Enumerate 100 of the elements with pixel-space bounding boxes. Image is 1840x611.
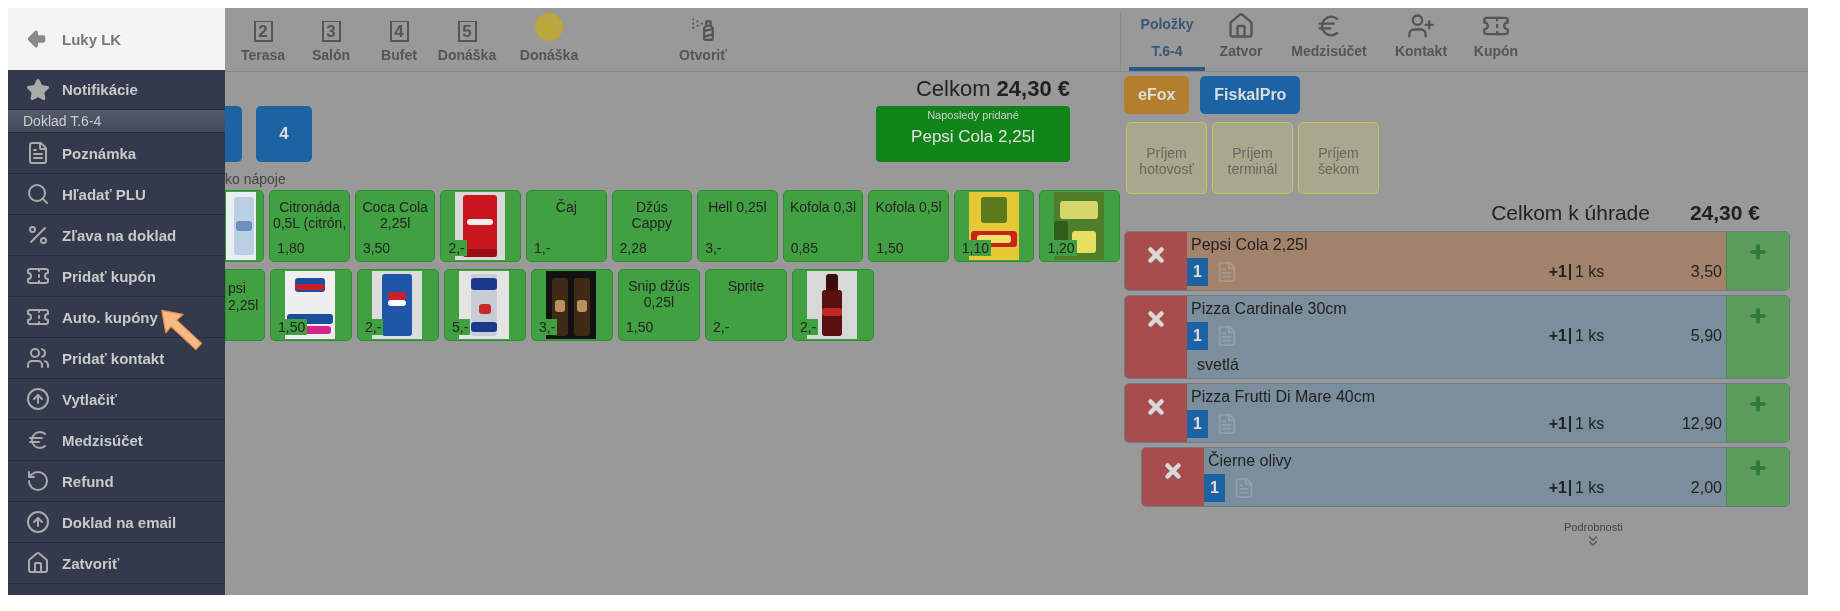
order-total: Celkom 24,30 € [915, 76, 1070, 102]
user-name: Luky LK [62, 30, 122, 48]
increment-button[interactable]: +1 [1548, 328, 1571, 344]
item-count: 1 ks [1574, 479, 1606, 497]
payment-button[interactable]: Príjem hotovosť [1126, 122, 1207, 194]
table-button[interactable]: 2 Terasa [229, 21, 297, 63]
table-button[interactable]: 3 Salón [297, 21, 365, 63]
menu-item[interactable]: Hľadať PLU [8, 174, 225, 215]
product-tile[interactable]: Džús Cappy 2,28 [611, 190, 693, 262]
product-tile[interactable]: Snip džús 0,25l 1,50 [618, 269, 700, 341]
panel-caption: Naposledy pridané [927, 109, 1019, 121]
due-label: Celkom k úhrade [1491, 201, 1650, 225]
product-tile[interactable] [225, 190, 265, 262]
price-label: 5,- [452, 319, 471, 335]
item-count: 1 ks [1574, 415, 1606, 433]
product-tile[interactable]: Kofola 0,5l 1,50 [868, 190, 949, 262]
close-icon [1145, 244, 1167, 266]
print-icon [26, 387, 50, 411]
toolbar-tab[interactable]: Medzisúčet [1277, 12, 1381, 71]
item-price: 3,50 [1689, 263, 1723, 281]
product-tile[interactable]: 3,- [531, 269, 613, 341]
product-tile[interactable]: 2,- [792, 269, 874, 341]
increment-button[interactable]: +1 [1548, 416, 1571, 432]
plus-circle-icon [534, 12, 564, 42]
add-button[interactable] [1726, 232, 1789, 290]
product-tile[interactable]: Coca Cola 2,25l 3,50 [354, 190, 436, 262]
open-button[interactable]: Otvoriť [663, 16, 743, 63]
star-icon [26, 77, 50, 102]
item-count: 1 ks [1574, 263, 1606, 281]
increment-button[interactable]: +1 [1548, 480, 1571, 496]
menu-item[interactable]: Doklad na email [8, 502, 225, 543]
section-button[interactable]: 4 [256, 106, 312, 162]
add-button[interactable] [1726, 384, 1789, 442]
house-icon [26, 551, 50, 575]
product-tile[interactable]: Hell 0,25l 3,- [697, 190, 778, 262]
item-name: Pizza Cardinale 30cm [1190, 300, 1348, 318]
quantity-badge: 1 [1187, 258, 1208, 286]
close-icon [1145, 396, 1167, 418]
toolbar-tab[interactable]: Zatvor [1205, 12, 1277, 71]
table-button[interactable]: 5 Donáška [433, 21, 501, 63]
table-button[interactable]: 4 Bufet [365, 21, 433, 63]
product-tile[interactable]: psi 2,25l [225, 269, 265, 341]
plus-icon [1748, 242, 1768, 262]
order-item[interactable]: Pizza Cardinale 30cm 1 +1 1 ks 5,90 svetlá [1187, 296, 1726, 378]
product-tile[interactable]: 1,10 [953, 190, 1035, 262]
search-icon [26, 182, 50, 206]
increment-button[interactable]: +1 [1548, 264, 1571, 280]
item-price: 12,90 [1680, 415, 1723, 433]
order-item[interactable]: Čierne olivy 1 +1 1 ks 2,00 [1204, 448, 1726, 506]
quantity-badge: 1 [1187, 410, 1208, 438]
price-label: 1,20 [1047, 240, 1077, 256]
product-tile[interactable]: 2,- [357, 269, 439, 341]
delete-button[interactable] [1142, 448, 1204, 506]
spray-bottle-icon [690, 16, 716, 42]
delete-button[interactable] [1125, 384, 1187, 442]
product-tile[interactable]: Čaj 1,- [526, 190, 607, 262]
menu-item[interactable]: Poznámka [8, 133, 225, 174]
section-header: Doklad T.6-4 [8, 110, 225, 133]
menu-item[interactable]: Zatvoriť [8, 543, 225, 584]
product-tile[interactable]: Kofola 0,3l 0,85 [782, 190, 864, 262]
details-toggle[interactable]: Podrobnosti [1564, 521, 1623, 549]
user-plus-icon [1407, 12, 1435, 40]
house-icon [1227, 12, 1255, 40]
plus-icon [1748, 306, 1768, 326]
percent-icon [26, 223, 50, 247]
product-tile[interactable]: 1,50 [270, 269, 352, 341]
menu-item[interactable]: Pridať kupón [8, 256, 225, 297]
close-icon [1145, 308, 1167, 330]
toolbar-tab[interactable]: Položky T.6-4 [1129, 12, 1205, 71]
delivery-button[interactable]: Donáška [501, 12, 597, 63]
last-added-item: Pepsi Cola 2,25l [911, 127, 1035, 147]
due-amount: 24,30 € [1689, 201, 1760, 225]
order-item[interactable]: Pizza Frutti Di Mare 40cm 1 +1 1 ks 12,90 [1187, 384, 1726, 442]
price-label: 2,- [800, 319, 819, 335]
price-label: 2,- [448, 240, 467, 256]
product-tile[interactable]: 1,20 [1039, 190, 1120, 262]
back-icon[interactable] [26, 28, 48, 50]
price-label: 2,- [365, 319, 384, 335]
add-button[interactable] [1726, 448, 1789, 506]
item-price: 5,90 [1689, 327, 1723, 345]
toolbar-tab[interactable]: Kupón [1461, 12, 1531, 71]
product-tile[interactable]: 2,- [440, 190, 521, 262]
item-price: 2,00 [1689, 479, 1723, 497]
item-count: 1 ks [1574, 327, 1606, 345]
fiscal-button[interactable]: FiskalPro [1200, 76, 1301, 114]
product-tile[interactable]: Citronáda 0,5L (citrón, 1,80 [269, 190, 350, 262]
close-icon [1162, 460, 1184, 482]
delete-button[interactable] [1125, 296, 1187, 378]
item-name: Pepsi Cola 2,25l [1190, 236, 1309, 254]
fiscal-button[interactable]: eFox [1124, 76, 1190, 114]
price-label: 1,50 [278, 319, 308, 335]
price-label: 3,- [539, 319, 558, 335]
order-item[interactable]: Pepsi Cola 2,25l 1 +1 1 ks 3,50 [1187, 232, 1726, 290]
product-tile[interactable]: Sprite 2,- [705, 269, 787, 341]
delete-button[interactable] [1125, 232, 1187, 290]
toolbar-tab[interactable]: Kontakt [1381, 12, 1461, 71]
note-icon [26, 141, 50, 165]
product-tile[interactable]: 5,- [444, 269, 526, 341]
menu-item[interactable]: Vytlačiť [8, 379, 225, 420]
item-name: Čierne olivy [1207, 452, 1293, 470]
